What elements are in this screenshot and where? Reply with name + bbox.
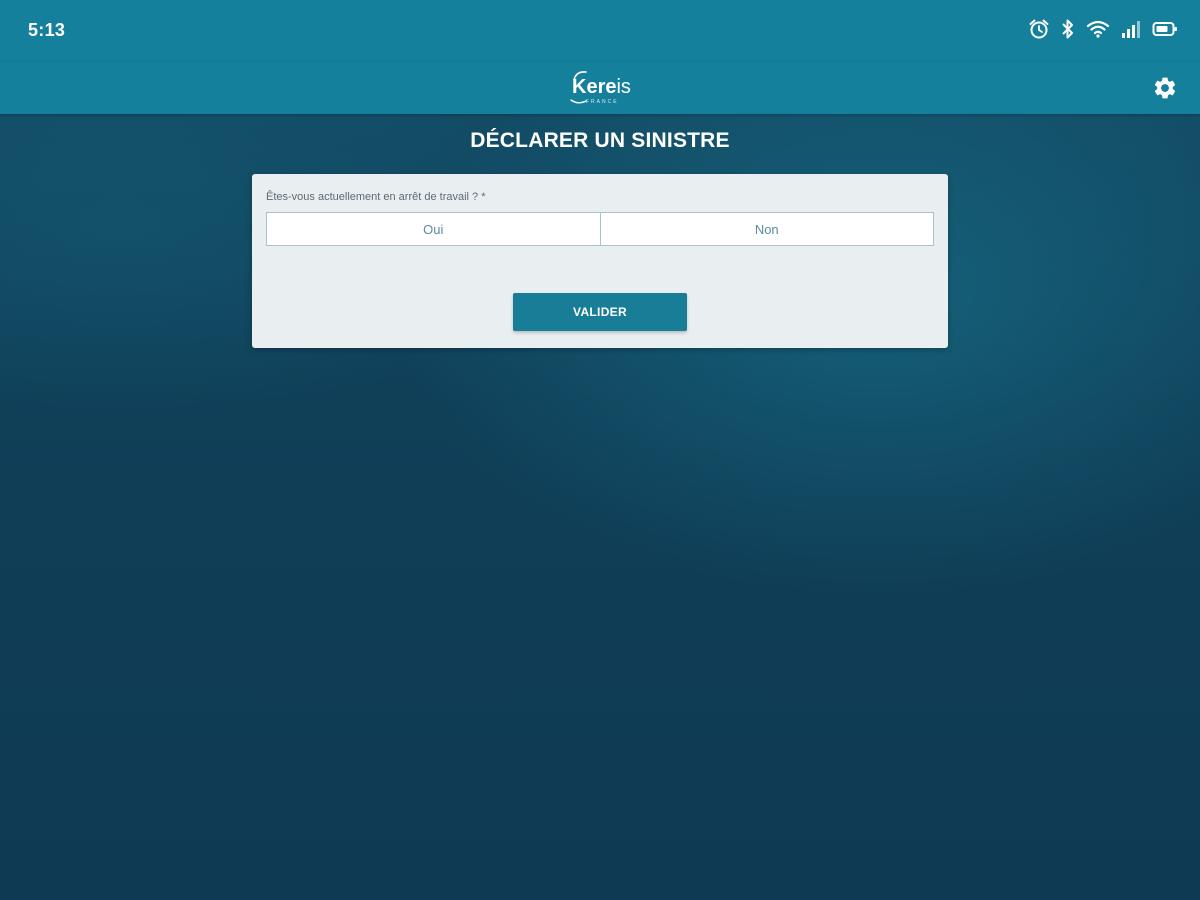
bluetooth-icon — [1060, 18, 1076, 40]
page-title: DÉCLARER UN SINISTRE — [470, 129, 730, 152]
status-icons — [1028, 18, 1178, 40]
gear-icon — [1154, 77, 1176, 99]
claim-form-card: Êtes-vous actuellement en arrêt de trava… — [252, 174, 948, 348]
validate-button[interactable]: VALIDER — [513, 293, 687, 331]
status-clock: 5:13 — [28, 20, 66, 40]
yes-no-toggle: Oui Non — [266, 212, 934, 246]
status-bar: 5:13 — [0, 0, 1200, 62]
option-oui-button[interactable]: Oui — [267, 213, 600, 245]
settings-button[interactable] — [1152, 75, 1178, 101]
option-non-button[interactable]: Non — [599, 213, 934, 245]
signal-icon — [1120, 19, 1142, 39]
kereis-logo: Kereis FRANCE — [568, 68, 638, 108]
logo-word: Kereis — [572, 76, 631, 99]
logo-subtext: FRANCE — [586, 99, 619, 105]
battery-icon — [1152, 19, 1178, 39]
logo-text-bold: Kere — [572, 76, 617, 98]
alarm-icon — [1028, 18, 1050, 40]
wifi-icon — [1086, 19, 1110, 39]
logo-text-light: is — [616, 76, 631, 98]
app-bar: Kereis FRANCE — [0, 62, 1200, 114]
question-label: Êtes-vous actuellement en arrêt de trava… — [266, 191, 486, 203]
